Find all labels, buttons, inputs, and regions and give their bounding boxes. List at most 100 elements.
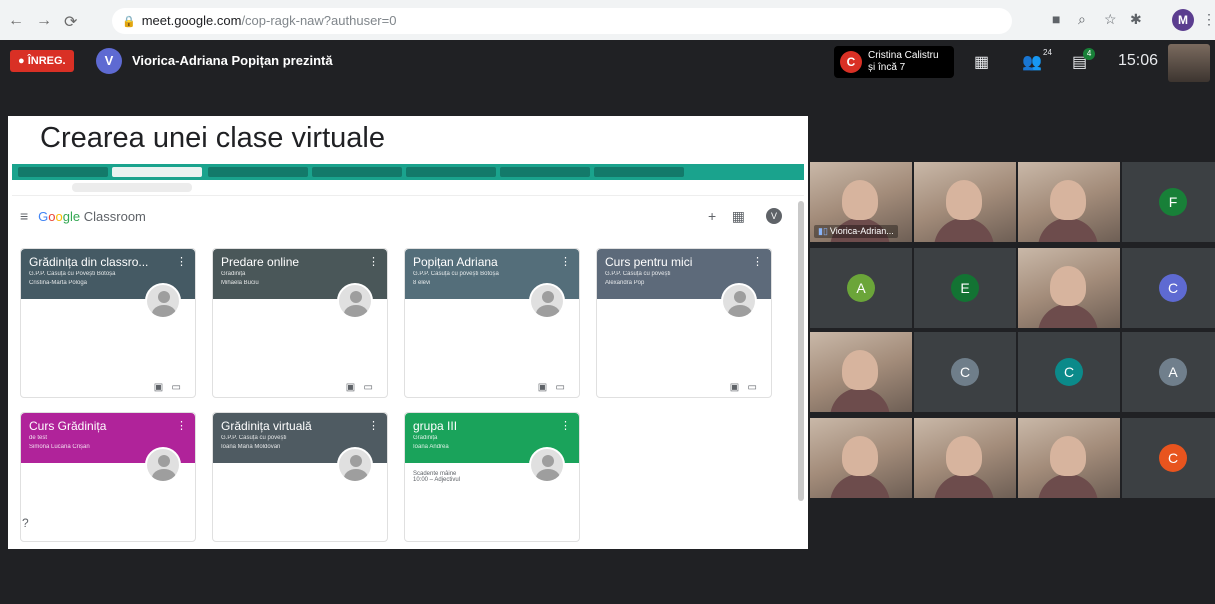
assignment-icon: ▣ xyxy=(729,382,740,393)
profile-avatar[interactable]: M xyxy=(1172,9,1194,31)
class-card: Curs Grădinița de test Simona Lucana Crișa… xyxy=(20,412,196,542)
participant-tile[interactable] xyxy=(810,418,912,498)
class-card: grupa III Grădiniță Ioana Andrea ⋮ Scadente … xyxy=(404,412,580,542)
participant-tile[interactable] xyxy=(1018,418,1120,498)
class-card: Popițan Adriana G.P.P. Căsuța cu povești … xyxy=(404,248,580,398)
more-icon: ⋮ xyxy=(176,420,187,432)
participant-initial: C xyxy=(1159,444,1187,472)
participant-face xyxy=(946,180,982,220)
chat-icon[interactable]: ▤ 4 xyxy=(1072,48,1096,72)
participant-tile[interactable] xyxy=(1018,248,1120,328)
menu-icon[interactable]: ⋮ xyxy=(1202,11,1215,28)
url-path: /cop-ragk-naw?authuser=0 xyxy=(241,13,397,28)
folder-icon: ▭ xyxy=(171,382,181,393)
participant-tile[interactable]: A xyxy=(1122,332,1215,412)
participant-name-line2: și încă 7 xyxy=(868,62,906,73)
people-icon[interactable]: 👥 24 xyxy=(1022,48,1052,72)
mic-active-icon: ▮▯ xyxy=(818,226,828,236)
class-card-subtitle: G.P.P. Căsuța cu povești xyxy=(605,271,671,277)
forward-icon[interactable]: → xyxy=(36,12,52,30)
more-icon: ⋮ xyxy=(560,256,571,268)
participant-torso xyxy=(934,474,994,498)
class-card-title: Curs Grădinița xyxy=(29,419,107,433)
classroom-scrollbar xyxy=(798,201,804,501)
clock: 15:06 xyxy=(1118,52,1159,69)
plus-icon: + xyxy=(708,208,717,224)
classroom-logo: ≡ Google Classroom xyxy=(20,208,146,224)
participant-face xyxy=(946,436,982,476)
more-icon: ⋮ xyxy=(176,256,187,268)
participant-label: ▮▯ Viorica-Adrian... xyxy=(814,225,898,238)
participant-initial: A xyxy=(847,274,875,302)
chat-badge: 4 xyxy=(1083,48,1096,60)
class-card-title: Curs pentru mici xyxy=(605,255,693,269)
apps-icon: ▦ xyxy=(731,208,745,224)
participant-tile[interactable]: F xyxy=(1122,162,1215,242)
presenter-text: Viorica-Adriana Popițan prezintă xyxy=(132,53,333,68)
presentation: Crearea unei clase virtuale ≡ Google Clas… xyxy=(8,116,808,549)
participant-face xyxy=(842,350,878,390)
participant-tile[interactable]: C xyxy=(1122,418,1215,498)
class-card-avatar xyxy=(145,447,181,483)
participants-count: 24 xyxy=(1043,48,1052,57)
more-icon: ⋮ xyxy=(752,256,763,268)
presenter-avatar: V xyxy=(96,48,122,74)
zoom-icon[interactable]: ⌕ xyxy=(1078,11,1086,28)
participant-avatar: C xyxy=(840,51,862,73)
participant-tile[interactable]: C xyxy=(1018,332,1120,412)
help-icon: ? xyxy=(22,516,29,530)
participant-tile[interactable]: ▮▯ Viorica-Adrian... xyxy=(810,162,912,242)
class-card-title: Grădinița din classro... xyxy=(29,255,149,269)
class-card: Curs pentru mici G.P.P. Căsuța cu povești… xyxy=(596,248,772,398)
classroom-actions: + ▦ xyxy=(708,208,745,225)
participants-chip[interactable]: C Cristina Calistru și încă 7 xyxy=(834,46,954,78)
reload-icon[interactable]: ⟳ xyxy=(64,12,77,32)
slide-title: Crearea unei clase virtuale xyxy=(40,122,385,154)
more-icon: ⋮ xyxy=(560,420,571,432)
class-card-title: Popițan Adriana xyxy=(413,255,498,269)
class-card-avatar xyxy=(529,447,565,483)
participant-tile[interactable]: E xyxy=(914,248,1016,328)
shared-browser-tabs xyxy=(12,164,804,180)
class-card-due: Scadente mâine 10:00 – Adjectivul xyxy=(413,471,461,483)
star-icon[interactable]: ☆ xyxy=(1104,11,1117,28)
participant-tile[interactable] xyxy=(1018,162,1120,242)
participant-tile[interactable] xyxy=(914,418,1016,498)
camera-icon[interactable]: ■ xyxy=(1052,11,1060,27)
participant-torso xyxy=(934,218,994,242)
class-card-title: grupa III xyxy=(413,419,458,433)
participant-names: Cristina Calistru și încă 7 xyxy=(868,50,939,74)
class-card-avatar xyxy=(337,283,373,319)
self-view[interactable] xyxy=(1168,44,1210,82)
class-card-subtitle: G.P.P. Căsuța cu Povești Botoșa xyxy=(29,271,116,277)
browser-toolbar: ← → ⟳ 🔒 meet.google.com/cop-ragk-naw?auth… xyxy=(0,0,1215,40)
extensions-icon[interactable]: ✱ xyxy=(1130,11,1142,28)
participant-name-line1: Cristina Calistru xyxy=(868,50,939,61)
hamburger-icon: ≡ xyxy=(20,208,29,224)
class-card-avatar xyxy=(145,283,181,319)
class-card-actions: ▣ ▭ xyxy=(538,382,565,393)
recording-badge: ● ÎNREG. xyxy=(10,50,74,72)
folder-icon: ▭ xyxy=(363,382,373,393)
participant-initial: C xyxy=(1159,274,1187,302)
lock-icon: 🔒 xyxy=(122,16,136,28)
layout-icon[interactable]: ▦ xyxy=(974,52,989,72)
participant-tile[interactable] xyxy=(810,332,912,412)
participant-tile[interactable]: A xyxy=(810,248,912,328)
participant-tile[interactable]: C xyxy=(1122,248,1215,328)
class-card-avatar xyxy=(337,447,373,483)
more-icon: ⋮ xyxy=(368,256,379,268)
participant-face xyxy=(1050,180,1086,220)
participant-initial: F xyxy=(1159,188,1187,216)
class-card-subtitle: de test xyxy=(29,435,48,441)
participant-tile[interactable] xyxy=(914,162,1016,242)
participant-face xyxy=(842,436,878,476)
participant-tile[interactable]: C xyxy=(914,332,1016,412)
class-card: Grădinița virtuală G.P.P. Căsuța cu poveș… xyxy=(212,412,388,542)
class-card-title: Predare online xyxy=(221,255,300,269)
participant-initial: A xyxy=(1159,358,1187,386)
class-card: Grădinița din classro... G.P.P. Căsuța cu… xyxy=(20,248,196,398)
address-bar[interactable]: 🔒 meet.google.com/cop-ragk-naw?authuser=0 xyxy=(112,8,1012,34)
back-icon[interactable]: ← xyxy=(8,12,24,30)
assignment-icon: ▣ xyxy=(345,382,356,393)
